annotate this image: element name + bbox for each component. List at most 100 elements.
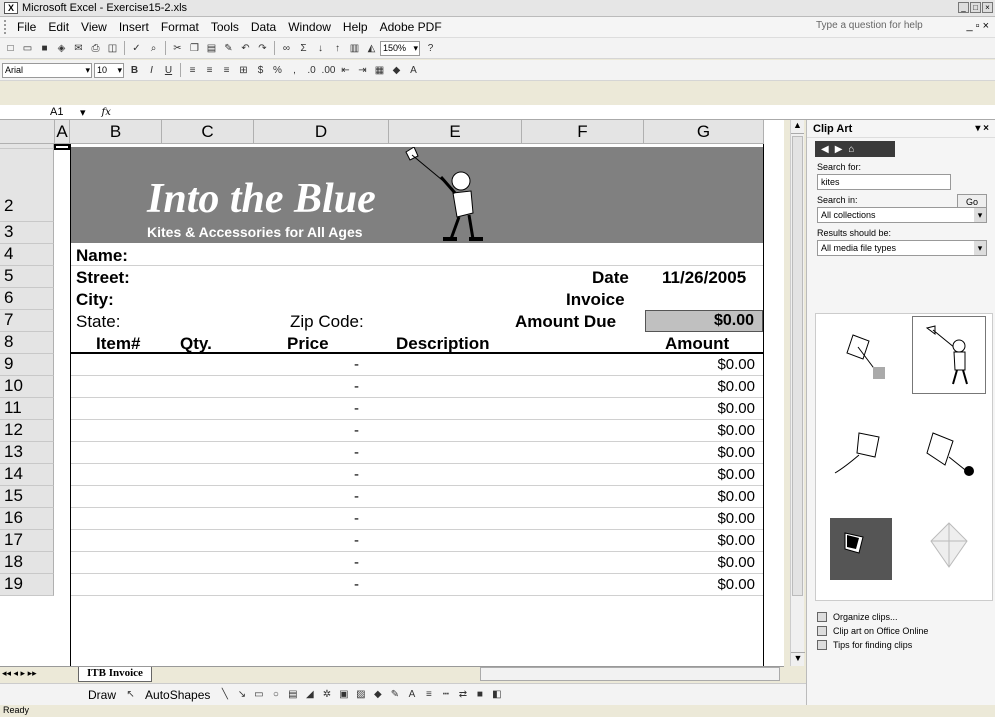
vertical-scrollbar[interactable]: ▲ ▼ bbox=[790, 120, 805, 666]
select-all-corner[interactable] bbox=[0, 120, 55, 144]
help-icon[interactable]: ? bbox=[423, 41, 438, 56]
column-header-f[interactable]: F bbox=[522, 120, 644, 144]
autoshapes-menu-button[interactable]: AutoShapes bbox=[145, 688, 210, 702]
arrow-style-icon[interactable]: ⇄ bbox=[455, 687, 470, 702]
row-header-18[interactable]: 18 bbox=[0, 552, 54, 574]
row-header-16[interactable]: 16 bbox=[0, 508, 54, 530]
menu-data[interactable]: Data bbox=[245, 20, 282, 34]
row-header-14[interactable]: 14 bbox=[0, 464, 54, 486]
scroll-thumb[interactable] bbox=[792, 136, 803, 596]
hyperlink-icon[interactable]: ∞ bbox=[279, 41, 294, 56]
bold-icon[interactable]: B bbox=[127, 63, 142, 78]
row-header-4[interactable]: 4 bbox=[0, 244, 54, 266]
zoom-dropdown[interactable]: 150% bbox=[380, 40, 420, 56]
menu-edit[interactable]: Edit bbox=[42, 20, 75, 34]
clip-result[interactable] bbox=[824, 322, 898, 392]
column-header-c[interactable]: C bbox=[162, 120, 254, 144]
save-icon[interactable]: ■ bbox=[37, 41, 52, 56]
row-header-19[interactable]: 19 bbox=[0, 574, 54, 596]
paste-icon[interactable]: ▤ bbox=[204, 41, 219, 56]
clip-result[interactable] bbox=[912, 514, 986, 584]
name-box[interactable]: A1 bbox=[0, 106, 80, 118]
draw-menu-button[interactable]: Draw bbox=[88, 688, 116, 702]
font-color-icon[interactable]: A bbox=[404, 687, 419, 702]
autosum-icon[interactable]: Σ bbox=[296, 41, 311, 56]
date-value[interactable]: 11/26/2005 bbox=[662, 268, 746, 288]
column-header-d[interactable]: D bbox=[254, 120, 389, 144]
row-header-10[interactable]: 10 bbox=[0, 376, 54, 398]
forward-icon[interactable]: ▶ bbox=[835, 144, 843, 155]
font-color-icon[interactable]: A bbox=[406, 63, 421, 78]
wordart-icon[interactable]: ◢ bbox=[302, 687, 317, 702]
tab-scroll-arrows-icon[interactable]: ◂◂ ◂ ▸ ▸▸ bbox=[2, 668, 37, 679]
column-header-g[interactable]: G bbox=[644, 120, 764, 144]
line-icon[interactable]: ╲ bbox=[217, 687, 232, 702]
line-color-icon[interactable]: ✎ bbox=[387, 687, 402, 702]
row-header-13[interactable]: 13 bbox=[0, 442, 54, 464]
italic-icon[interactable]: I bbox=[144, 63, 159, 78]
column-header-b[interactable]: B bbox=[70, 120, 162, 144]
help-question-input[interactable]: Type a question for help bbox=[816, 20, 923, 31]
increase-decimal-icon[interactable]: .0 bbox=[304, 63, 319, 78]
row-header-15[interactable]: 15 bbox=[0, 486, 54, 508]
row-header-11[interactable]: 11 bbox=[0, 398, 54, 420]
increase-indent-icon[interactable]: ⇥ bbox=[355, 63, 370, 78]
sort-ascending-icon[interactable]: ↓ bbox=[313, 41, 328, 56]
merge-center-icon[interactable]: ⊞ bbox=[236, 63, 251, 78]
minimize-button[interactable]: _ bbox=[958, 2, 969, 13]
row-header-5[interactable]: 5 bbox=[0, 266, 54, 288]
clip-result[interactable] bbox=[824, 514, 898, 584]
menu-file[interactable]: File bbox=[11, 20, 42, 34]
line-style-icon[interactable]: ≡ bbox=[421, 687, 436, 702]
close-button[interactable]: × bbox=[982, 2, 993, 13]
row-header-3[interactable]: 3 bbox=[0, 222, 54, 244]
open-icon[interactable]: ▭ bbox=[20, 41, 35, 56]
align-center-icon[interactable]: ≡ bbox=[202, 63, 217, 78]
row-header-8[interactable]: 8 bbox=[0, 332, 54, 354]
comma-icon[interactable]: , bbox=[287, 63, 302, 78]
home-icon[interactable]: ⌂ bbox=[848, 144, 854, 155]
name-box-dropdown-icon[interactable]: ▾ bbox=[80, 106, 86, 119]
menu-window[interactable]: Window bbox=[282, 20, 337, 34]
undo-icon[interactable]: ↶ bbox=[238, 41, 253, 56]
research-icon[interactable]: ⌕ bbox=[146, 41, 161, 56]
pane-options-icon[interactable]: ▾ × bbox=[975, 123, 989, 134]
underline-icon[interactable]: U bbox=[161, 63, 176, 78]
rectangle-icon[interactable]: ▭ bbox=[251, 687, 266, 702]
new-icon[interactable]: □ bbox=[3, 41, 18, 56]
menu-view[interactable]: View bbox=[75, 20, 113, 34]
select-objects-icon[interactable]: ↖ bbox=[123, 687, 138, 702]
menu-format[interactable]: Format bbox=[155, 20, 205, 34]
clip-result[interactable] bbox=[912, 316, 986, 394]
diagram-icon[interactable]: ✲ bbox=[319, 687, 334, 702]
percent-icon[interactable]: % bbox=[270, 63, 285, 78]
clipart-icon[interactable]: ▣ bbox=[336, 687, 351, 702]
maximize-button[interactable]: □ bbox=[970, 2, 981, 13]
row-header-7[interactable]: 7 bbox=[0, 310, 54, 332]
clip-result[interactable] bbox=[912, 418, 986, 488]
cut-icon[interactable]: ✂ bbox=[170, 41, 185, 56]
horizontal-scrollbar[interactable] bbox=[480, 667, 780, 681]
currency-icon[interactable]: $ bbox=[253, 63, 268, 78]
chart-wizard-icon[interactable]: ▥ bbox=[347, 41, 362, 56]
textbox-icon[interactable]: ▤ bbox=[285, 687, 300, 702]
fill-color-icon[interactable]: ◆ bbox=[389, 63, 404, 78]
fill-color-icon[interactable]: ◆ bbox=[370, 687, 385, 702]
row-header-12[interactable]: 12 bbox=[0, 420, 54, 442]
print-icon[interactable]: ⎙ bbox=[88, 41, 103, 56]
search-input[interactable] bbox=[817, 174, 951, 190]
font-size-dropdown[interactable]: 10 bbox=[94, 62, 124, 78]
format-painter-icon[interactable]: ✎ bbox=[221, 41, 236, 56]
search-in-dropdown[interactable]: All collections bbox=[817, 207, 987, 223]
dash-style-icon[interactable]: ┅ bbox=[438, 687, 453, 702]
menu-insert[interactable]: Insert bbox=[113, 20, 155, 34]
sort-descending-icon[interactable]: ↑ bbox=[330, 41, 345, 56]
drawing-icon[interactable]: ◭ bbox=[364, 41, 379, 56]
clip-art-online-link[interactable]: Clip art on Office Online bbox=[817, 626, 995, 636]
font-dropdown[interactable]: Arial bbox=[2, 62, 92, 78]
spelling-icon[interactable]: ✓ bbox=[129, 41, 144, 56]
back-icon[interactable]: ◀ bbox=[821, 144, 829, 155]
decrease-decimal-icon[interactable]: .00 bbox=[321, 63, 336, 78]
scroll-up-icon[interactable]: ▲ bbox=[791, 120, 804, 134]
close-workbook-icon[interactable]: _ ▫ × bbox=[966, 20, 989, 32]
